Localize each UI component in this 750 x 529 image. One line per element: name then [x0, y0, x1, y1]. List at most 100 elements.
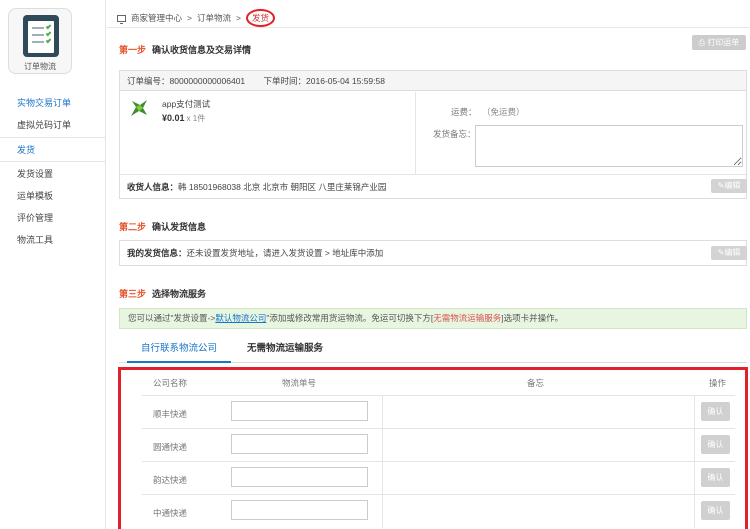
ship-info-value: 还未设置发货地址，请进入发货设置 > 地址库中添加 [186, 248, 384, 258]
order-panel: 订单编号：8000000000006401 下单时间：2016-05-04 15… [119, 70, 747, 199]
step1-number: 第一步 [119, 45, 147, 55]
step3-heading: 第三步 选择物流服务 [119, 287, 206, 300]
ship-info-panel: 我的发货信息：还未设置发货地址，请进入发货设置 > 地址库中添加 ✎编辑 [119, 240, 747, 266]
sidebar-group-orders: 实物交易订单 虚拟兑码订单 [0, 92, 106, 136]
receiver-label: 收货人信息： [127, 182, 179, 192]
edit-ship-info-label: 编辑 [724, 248, 741, 257]
ship-info-row: 我的发货信息：还未设置发货地址，请进入发货设置 > 地址库中添加 [120, 241, 746, 265]
product-thumbnail[interactable] [128, 97, 150, 119]
sidebar-item-waybill-template[interactable]: 运单模板 [0, 185, 106, 207]
logistics-tabs: 自行联系物流公司 无需物流运输服务 [119, 338, 747, 363]
sidebar-divider [0, 137, 106, 138]
company-name: 圆通快递 [153, 442, 188, 452]
edit-receiver-label: 编辑 [724, 181, 741, 190]
table-row: 圆通快递 确认 [142, 429, 735, 462]
tip-middle: "添加或修改常用货运物流。免运可切换下方[ [266, 313, 434, 323]
sidebar-item-virtual-orders[interactable]: 虚拟兑码订单 [0, 114, 106, 136]
sidebar-item-ship[interactable]: 发货 [0, 139, 106, 161]
print-waybill-button[interactable]: ⎙ 打印运单 [692, 35, 746, 50]
breadcrumb-separator: > [236, 13, 241, 23]
table-row: 顺丰快递 确认 [142, 396, 735, 429]
module-logo-label: 订单物流 [24, 62, 56, 71]
company-name: 顺丰快递 [153, 409, 188, 419]
column-divider [382, 495, 383, 528]
edit-ship-info-button[interactable]: ✎编辑 [711, 246, 747, 260]
module-logo: 订单物流 [8, 8, 72, 74]
table-row: 韵达快递 确认 [142, 462, 735, 495]
sidebar-item-logistics-tools[interactable]: 物流工具 [0, 229, 106, 251]
column-divider [382, 429, 383, 461]
tip-prefix: 您可以通过"发货设置-> [128, 313, 216, 323]
logistics-table: 公司名称 物流单号 备忘 操作 顺丰快递 确认 圆通快递 确认 韵达快递 确认 [142, 370, 735, 528]
product-price: ¥0.01 x 1件 [162, 113, 205, 124]
sidebar-group-logistics: 发货设置 运单模板 评价管理 物流工具 [0, 163, 106, 251]
breadcrumb: 商家管理中心 > 订单物流 > 发货 [117, 9, 275, 27]
receiver-value: 韩 18501968038 北京 北京市 朝阳区 八里庄莱锦产业园 [178, 182, 387, 192]
column-divider [694, 495, 695, 528]
column-divider [415, 92, 416, 174]
order-time: 2016-05-04 15:59:58 [306, 76, 385, 86]
sidebar-item-ship-settings[interactable]: 发货设置 [0, 163, 106, 185]
default-logistics-link[interactable]: 默认物流公司 [215, 313, 266, 323]
edit-receiver-button[interactable]: ✎编辑 [711, 179, 747, 193]
confirm-button[interactable]: 确认 [701, 468, 730, 487]
col-note: 备忘 [527, 378, 545, 388]
confirm-button[interactable]: 确认 [701, 435, 730, 454]
breadcrumb-home[interactable]: 商家管理中心 [131, 12, 182, 24]
tip-suffix: ]选项卡并操作。 [501, 313, 564, 323]
confirm-button[interactable]: 确认 [701, 402, 730, 421]
step1-heading: 第一步 确认收货信息及交易详情 [119, 43, 251, 56]
product-name[interactable]: app支付测试 [162, 98, 210, 110]
sidebar-item-physical-orders[interactable]: 实物交易订单 [0, 92, 106, 114]
breadcrumb-section[interactable]: 订单物流 [197, 12, 231, 24]
table-header: 公司名称 物流单号 备忘 操作 [142, 370, 735, 396]
print-waybill-label: 打印运单 [707, 38, 740, 47]
table-row: 中通快递 确认 [142, 495, 735, 528]
receiver-info-row: 收货人信息：韩 18501968038 北京 北京市 朝阳区 八里庄莱锦产业园 [120, 174, 746, 198]
step1-title: 确认收货信息及交易详情 [152, 45, 252, 55]
company-name: 中通快递 [153, 508, 188, 518]
product-price-value: ¥0.01 [162, 113, 185, 123]
column-divider [694, 462, 695, 494]
logistics-tip: 您可以通过"发货设置->默认物流公司"添加或修改常用货运物流。免运可切换下方[无… [119, 308, 747, 329]
main-content: 商家管理中心 > 订单物流 > 发货 第一步 确认收货信息及交易详情 ⎙ 打印运单… [107, 0, 750, 529]
col-company-name: 公司名称 [153, 378, 188, 388]
sidebar-item-review-management[interactable]: 评价管理 [0, 207, 106, 229]
product-quantity: x 1件 [186, 114, 206, 123]
tracking-number-input[interactable] [231, 401, 368, 421]
ship-info-label: 我的发货信息： [127, 248, 187, 258]
freight-value: （免运费） [482, 107, 525, 117]
column-divider [694, 429, 695, 461]
tracking-number-input[interactable] [231, 500, 368, 520]
sidebar: 订单物流 实物交易订单 虚拟兑码订单 发货 发货设置 运单模板 评价管理 物流工… [0, 0, 106, 529]
tracking-number-input[interactable] [231, 467, 368, 487]
order-time-label: 下单时间： [263, 76, 307, 86]
clipboard-checklist-icon [23, 15, 59, 57]
tracking-number-input[interactable] [231, 434, 368, 454]
step3-number: 第三步 [119, 289, 147, 299]
order-no-label: 订单编号： [127, 76, 170, 86]
step2-title: 确认发货信息 [152, 222, 207, 232]
sidebar-group-current: 发货 [0, 139, 106, 161]
step2-heading: 第二步 确认发货信息 [119, 220, 206, 233]
freight-label: 运费： [451, 107, 477, 117]
company-name: 韵达快递 [153, 475, 188, 485]
order-header: 订单编号：8000000000006401 下单时间：2016-05-04 15… [120, 71, 746, 91]
col-operation: 操作 [709, 378, 727, 388]
step3-title: 选择物流服务 [152, 289, 207, 299]
printer-icon: ⎙ [698, 38, 706, 47]
tab-no-logistics[interactable]: 无需物流运输服务 [233, 338, 337, 363]
column-divider [382, 462, 383, 494]
order-no: 8000000000006401 [169, 76, 246, 86]
shipping-note-label: 发货备忘： [433, 129, 476, 139]
breadcrumb-current: 发货 [245, 9, 275, 27]
monitor-icon [117, 14, 126, 24]
column-divider [694, 396, 695, 428]
tab-self-contact-logistics[interactable]: 自行联系物流公司 [127, 338, 232, 363]
tip-no-logistics: 无需物流运输服务 [433, 313, 502, 323]
confirm-button[interactable]: 确认 [701, 501, 730, 520]
column-divider [382, 396, 383, 428]
header-divider [107, 27, 750, 28]
step2-number: 第二步 [119, 222, 147, 232]
shipping-note-input[interactable] [475, 125, 743, 167]
